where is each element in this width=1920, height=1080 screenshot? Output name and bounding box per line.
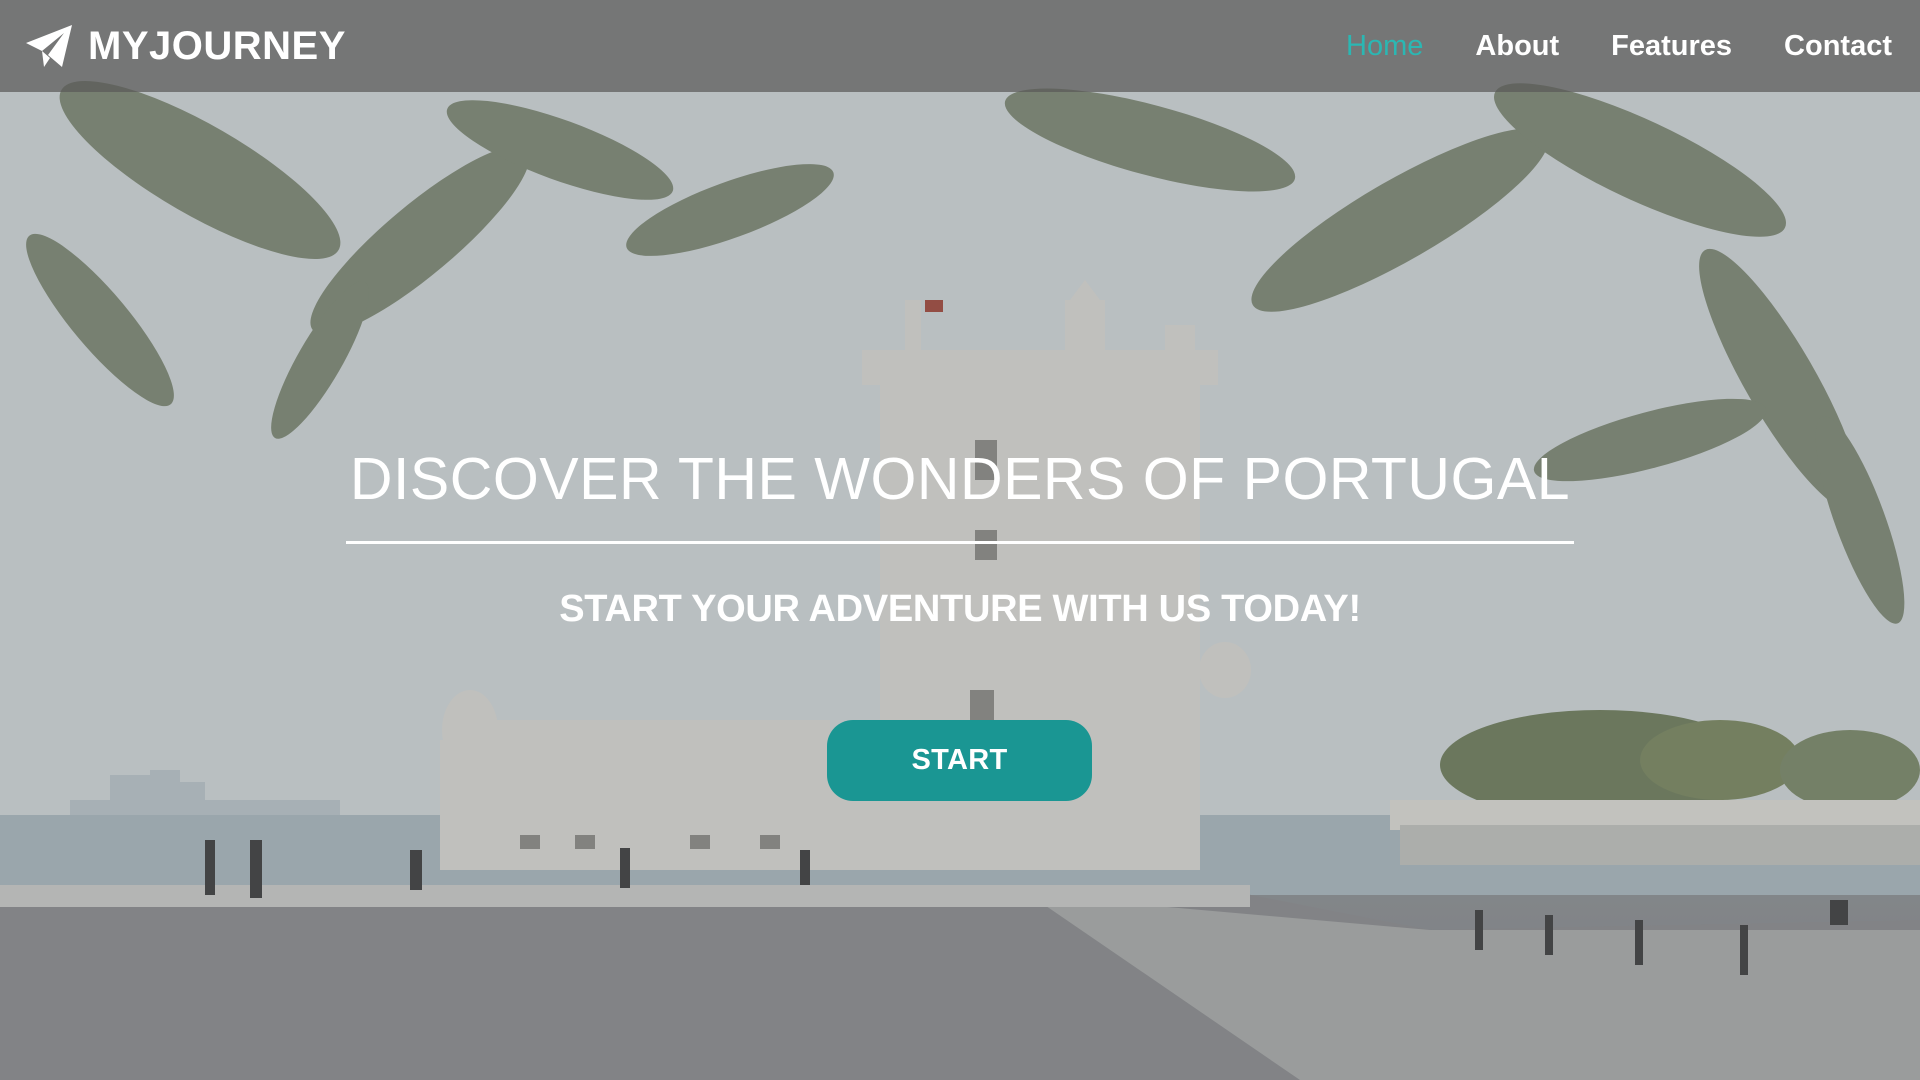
hero-content: DISCOVER THE WONDERS OF PORTUGAL START Y… [0, 0, 1920, 1080]
brand-name: MYJOURNEY [88, 23, 346, 68]
paper-plane-icon [26, 25, 72, 67]
hero-subtitle: START YOUR ADVENTURE WITH US TODAY! [559, 588, 1361, 630]
nav-link-about[interactable]: About [1475, 30, 1559, 63]
nav-link-features[interactable]: Features [1611, 30, 1732, 63]
nav-link-home[interactable]: Home [1346, 30, 1423, 63]
nav-links: Home About Features Contact [1294, 30, 1892, 63]
nav-link-contact[interactable]: Contact [1784, 30, 1892, 63]
top-navbar: MYJOURNEY Home About Features Contact [0, 0, 1920, 92]
start-button[interactable]: START [827, 720, 1092, 801]
hero-divider [346, 541, 1574, 544]
brand-logo-link[interactable]: MYJOURNEY [24, 23, 346, 69]
hero-title: DISCOVER THE WONDERS OF PORTUGAL [349, 446, 1571, 512]
landing-page: MYJOURNEY Home About Features Contact DI… [0, 0, 1920, 1080]
